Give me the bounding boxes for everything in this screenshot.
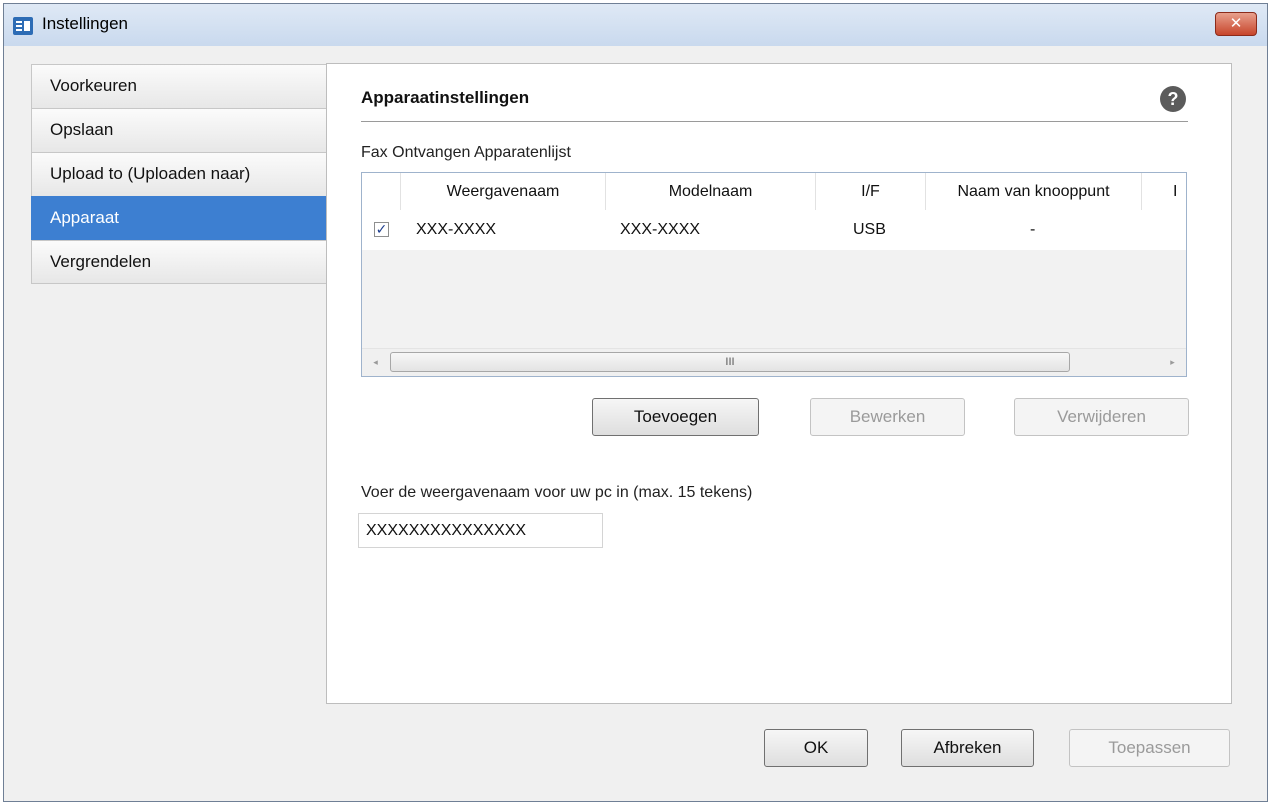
settings-window: Instellingen ✕ Voorkeuren Opslaan Upload… [3, 3, 1268, 802]
column-header-weergavenaam[interactable]: Weergavenaam [401, 173, 606, 210]
cell-naam-van-knooppunt: - [1030, 221, 1036, 238]
sidebar: Voorkeuren Opslaan Upload to (Uploaden n… [31, 64, 327, 284]
device-list-label: Fax Ontvangen Apparatenlijst [361, 144, 571, 161]
column-header-naam-van-knooppunt[interactable]: Naam van knooppunt [926, 173, 1142, 210]
scroll-right-icon[interactable]: ▸ [1159, 349, 1186, 376]
cell-weergavenaam: XXX-XXXX [416, 221, 497, 238]
section-title: Apparaatinstellingen [361, 88, 530, 107]
scroll-left-icon[interactable]: ◂ [362, 349, 389, 376]
help-icon[interactable]: ? [1160, 86, 1186, 112]
settings-panel: Apparaatinstellingen ? Fax Ontvangen App… [326, 63, 1232, 704]
apply-button[interactable]: Toepassen [1069, 729, 1230, 767]
dialog-body: Voorkeuren Opslaan Upload to (Uploaden n… [4, 46, 1267, 801]
delete-button[interactable]: Verwijderen [1014, 398, 1189, 436]
window-title: Instellingen [42, 14, 129, 33]
horizontal-scrollbar[interactable]: ◂ III ▸ [362, 348, 1186, 376]
add-button[interactable]: Toevoegen [592, 398, 759, 436]
sidebar-item-apparaat[interactable]: Apparaat [31, 196, 327, 240]
display-name-input[interactable]: XXXXXXXXXXXXXXX [358, 513, 603, 548]
column-header-if[interactable]: I/F [816, 173, 926, 210]
cancel-button[interactable]: Afbreken [901, 729, 1034, 767]
ok-button[interactable]: OK [764, 729, 868, 767]
row-checkbox[interactable]: ✓ [374, 222, 389, 237]
sidebar-item-vergrendelen[interactable]: Vergrendelen [31, 240, 327, 284]
device-list-table: Weergavenaam Modelnaam I/F Naam van knoo… [361, 172, 1187, 377]
sidebar-item-opslaan[interactable]: Opslaan [31, 108, 327, 152]
table-header: Weergavenaam Modelnaam I/F Naam van knoo… [362, 173, 1186, 211]
table-row[interactable]: ✓ XXX-XXXX XXX-XXXX USB - [362, 210, 1186, 250]
scroll-thumb[interactable]: III [390, 352, 1070, 372]
title-divider [361, 121, 1188, 122]
edit-button[interactable]: Bewerken [810, 398, 965, 436]
display-name-label: Voer de weergavenaam voor uw pc in (max.… [361, 484, 753, 501]
cell-if: USB [853, 221, 886, 238]
sidebar-item-upload-to[interactable]: Upload to (Uploaden naar) [31, 152, 327, 196]
sidebar-item-voorkeuren[interactable]: Voorkeuren [31, 64, 327, 108]
title-bar: Instellingen ✕ [4, 4, 1267, 46]
column-header-check [362, 173, 401, 210]
cell-modelnaam: XXX-XXXX [620, 221, 701, 238]
app-icon [13, 17, 33, 35]
close-button[interactable]: ✕ [1215, 12, 1257, 36]
column-header-modelnaam[interactable]: Modelnaam [606, 173, 816, 210]
column-header-truncated[interactable]: I [1142, 173, 1186, 210]
